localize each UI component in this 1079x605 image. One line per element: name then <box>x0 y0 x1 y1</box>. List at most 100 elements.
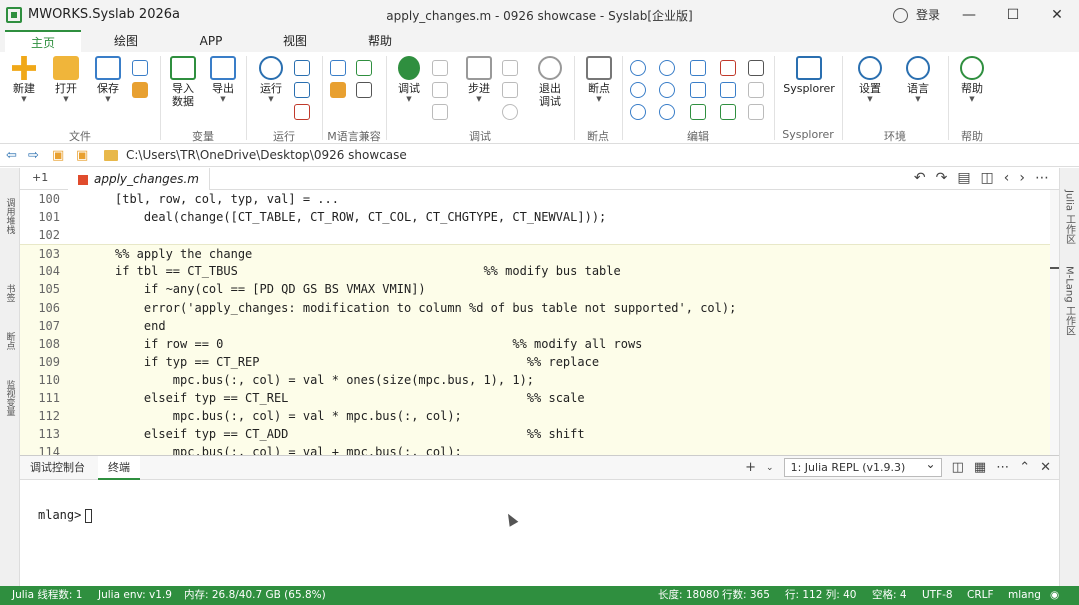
code-line[interactable]: 114 mpc.bus(:, col) = val + mpc.bus(:, c… <box>20 443 1050 455</box>
maximize-panel-icon[interactable]: ⌃ <box>1019 460 1030 475</box>
continue-icon[interactable] <box>502 104 518 120</box>
add-terminal-icon[interactable]: + <box>745 460 756 475</box>
export-button[interactable]: 导出 ▼ <box>206 56 240 103</box>
tab-count[interactable]: +1 <box>32 171 48 184</box>
help-button[interactable]: 帮助 ▼ <box>954 56 990 103</box>
split-icon[interactable]: ◫ <box>981 170 994 186</box>
login-button[interactable]: 登录 <box>893 6 940 23</box>
edit-icon-2[interactable] <box>659 60 675 76</box>
repl-select[interactable]: 1: Julia REPL (v1.9.3) <box>783 456 942 477</box>
more-icon[interactable]: ⋯ <box>1035 170 1049 186</box>
edit-icon-9[interactable] <box>720 82 736 98</box>
edit-icon-10[interactable] <box>748 82 764 98</box>
undo-icon[interactable]: ↶ <box>914 170 926 186</box>
tab-app[interactable]: APP <box>183 30 239 52</box>
save-all-icon[interactable] <box>132 60 148 76</box>
status-encoding[interactable]: UTF-8 <box>922 586 953 605</box>
run-section-icon[interactable] <box>294 60 310 76</box>
open-button[interactable]: 打开 ▼ <box>48 56 84 103</box>
close-panel-icon[interactable]: ✕ <box>1040 460 1051 475</box>
code-line[interactable]: 105 if ~any(col == [PD QD GS BS VMAX VMI… <box>20 280 1050 299</box>
right-rail-item-julia-workspace[interactable]: Julia 工作区 <box>1063 190 1077 244</box>
step-out-icon[interactable] <box>502 82 518 98</box>
code-line[interactable]: 110 mpc.bus(:, col) = val * ones(size(mp… <box>20 370 1050 390</box>
edit-icon-13[interactable] <box>690 104 706 120</box>
current-path[interactable]: C:\Users\TR\OneDrive\Desktop\0926 showca… <box>126 148 407 162</box>
stop-icon[interactable] <box>294 104 310 120</box>
status-spaces[interactable]: 空格: 4 <box>872 586 907 605</box>
code-line[interactable]: 112 mpc.bus(:, col) = val * mpc.bus(:, c… <box>20 407 1050 426</box>
run-advance-icon[interactable] <box>294 82 310 98</box>
tab-view[interactable]: 视图 <box>267 30 323 52</box>
code-line[interactable]: 102 <box>20 226 1050 244</box>
breakpoint-button[interactable]: 断点 ▼ <box>582 56 616 103</box>
up-folder-icon[interactable]: ▣ <box>52 148 64 163</box>
more-icon[interactable]: ⋯ <box>996 460 1009 475</box>
code-line[interactable]: 104 if tbl == CT_TBUS %% modify bus table <box>20 262 1050 281</box>
tab-debug-console[interactable]: 调试控制台 <box>20 456 95 480</box>
left-rail-item-breakpoints[interactable]: 断点 <box>3 332 17 350</box>
mlang-icon-1[interactable] <box>330 60 346 76</box>
edit-icon-4[interactable] <box>720 60 736 76</box>
run-button[interactable]: 运行 ▼ <box>254 56 288 103</box>
notification-icon[interactable]: ◉ <box>1050 586 1059 605</box>
back-icon[interactable]: ⇦ <box>6 148 17 163</box>
save-button[interactable]: 保存 ▼ <box>90 56 126 103</box>
debug-icon-b[interactable] <box>432 82 448 98</box>
trash-icon[interactable]: ▦ <box>974 460 986 475</box>
terminal[interactable]: mlang> <box>38 508 93 523</box>
right-rail-item-mlang-workspace[interactable]: M-Lang 工作区 <box>1063 266 1077 336</box>
editor-tab-apply-changes[interactable]: apply_changes.m <box>68 168 210 190</box>
debug-icon-a[interactable] <box>432 60 448 76</box>
tab-plot[interactable]: 绘图 <box>96 30 156 52</box>
edit-icon-1[interactable] <box>630 60 646 76</box>
edit-icon-7[interactable] <box>659 82 675 98</box>
edit-icon-11[interactable] <box>630 104 646 120</box>
debug-button[interactable]: 调试 ▼ <box>392 56 426 103</box>
compare-icon[interactable]: ▤ <box>957 170 970 186</box>
split-terminal-icon[interactable]: ◫ <box>952 460 964 475</box>
new-button[interactable]: 新建 ▼ <box>6 56 42 103</box>
import-data-button[interactable]: 导入 数据 <box>166 56 200 108</box>
edit-icon-3[interactable] <box>690 60 706 76</box>
redo-icon[interactable]: ↷ <box>936 170 948 186</box>
code-line[interactable]: 108 if row == 0 %% modify all rows <box>20 334 1050 353</box>
debug-icon-c[interactable] <box>432 104 448 120</box>
status-env[interactable]: Julia env: v1.9 <box>98 586 172 605</box>
edit-icon-6[interactable] <box>630 82 646 98</box>
status-threads[interactable]: Julia 线程数: 1 <box>12 586 82 605</box>
tab-home[interactable]: 主页 <box>5 30 81 52</box>
forward-icon[interactable]: ⇨ <box>28 148 39 163</box>
status-language[interactable]: mlang <box>1008 586 1041 605</box>
language-button[interactable]: 语言 ▼ <box>900 56 936 103</box>
code-line[interactable]: 109 if typ == CT_REP %% replace <box>20 352 1050 371</box>
dropdown-icon[interactable]: ⌄ <box>766 463 774 473</box>
recent-icon[interactable] <box>132 82 148 98</box>
minimize-button[interactable]: — <box>947 0 991 30</box>
settings-button[interactable]: 设置 ▼ <box>852 56 888 103</box>
step-in-icon[interactable] <box>502 60 518 76</box>
exit-debug-button[interactable]: 退出 调试 <box>532 56 568 108</box>
prev-icon[interactable]: ‹ <box>1004 170 1010 186</box>
edit-icon-5[interactable] <box>748 60 764 76</box>
mlang-icon-2[interactable] <box>356 60 372 76</box>
close-button[interactable]: ✕ <box>1035 0 1079 30</box>
edit-icon-15[interactable] <box>748 104 764 120</box>
code-line[interactable]: 111 elseif typ == CT_REL %% scale <box>20 389 1050 408</box>
code-line[interactable]: 107 end <box>20 316 1050 335</box>
status-position[interactable]: 行: 112 列: 40 <box>785 586 857 605</box>
tab-terminal[interactable]: 终端 <box>98 456 140 480</box>
code-line[interactable]: 100 [tbl, row, col, typ, val] = ... <box>20 190 1050 208</box>
edit-icon-14[interactable] <box>720 104 736 120</box>
code-line[interactable]: 103 %% apply the change <box>20 244 1050 263</box>
code-line[interactable]: 113 elseif typ == CT_ADD %% shift <box>20 425 1050 444</box>
editor-scrollbar[interactable] <box>1050 190 1059 455</box>
code-editor[interactable]: 100 [tbl, row, col, typ, val] = ... 101 de… <box>20 190 1050 455</box>
tab-help[interactable]: 帮助 <box>352 30 408 52</box>
left-rail-item-callstack[interactable]: 调用堆栈 <box>3 198 17 234</box>
sysplorer-button[interactable]: Sysplorer <box>780 56 838 95</box>
status-eol[interactable]: CRLF <box>967 586 994 605</box>
mlang-icon-3[interactable] <box>330 82 346 98</box>
edit-icon-12[interactable] <box>659 104 675 120</box>
left-rail-item-bookmarks[interactable]: 书签 <box>3 284 17 302</box>
